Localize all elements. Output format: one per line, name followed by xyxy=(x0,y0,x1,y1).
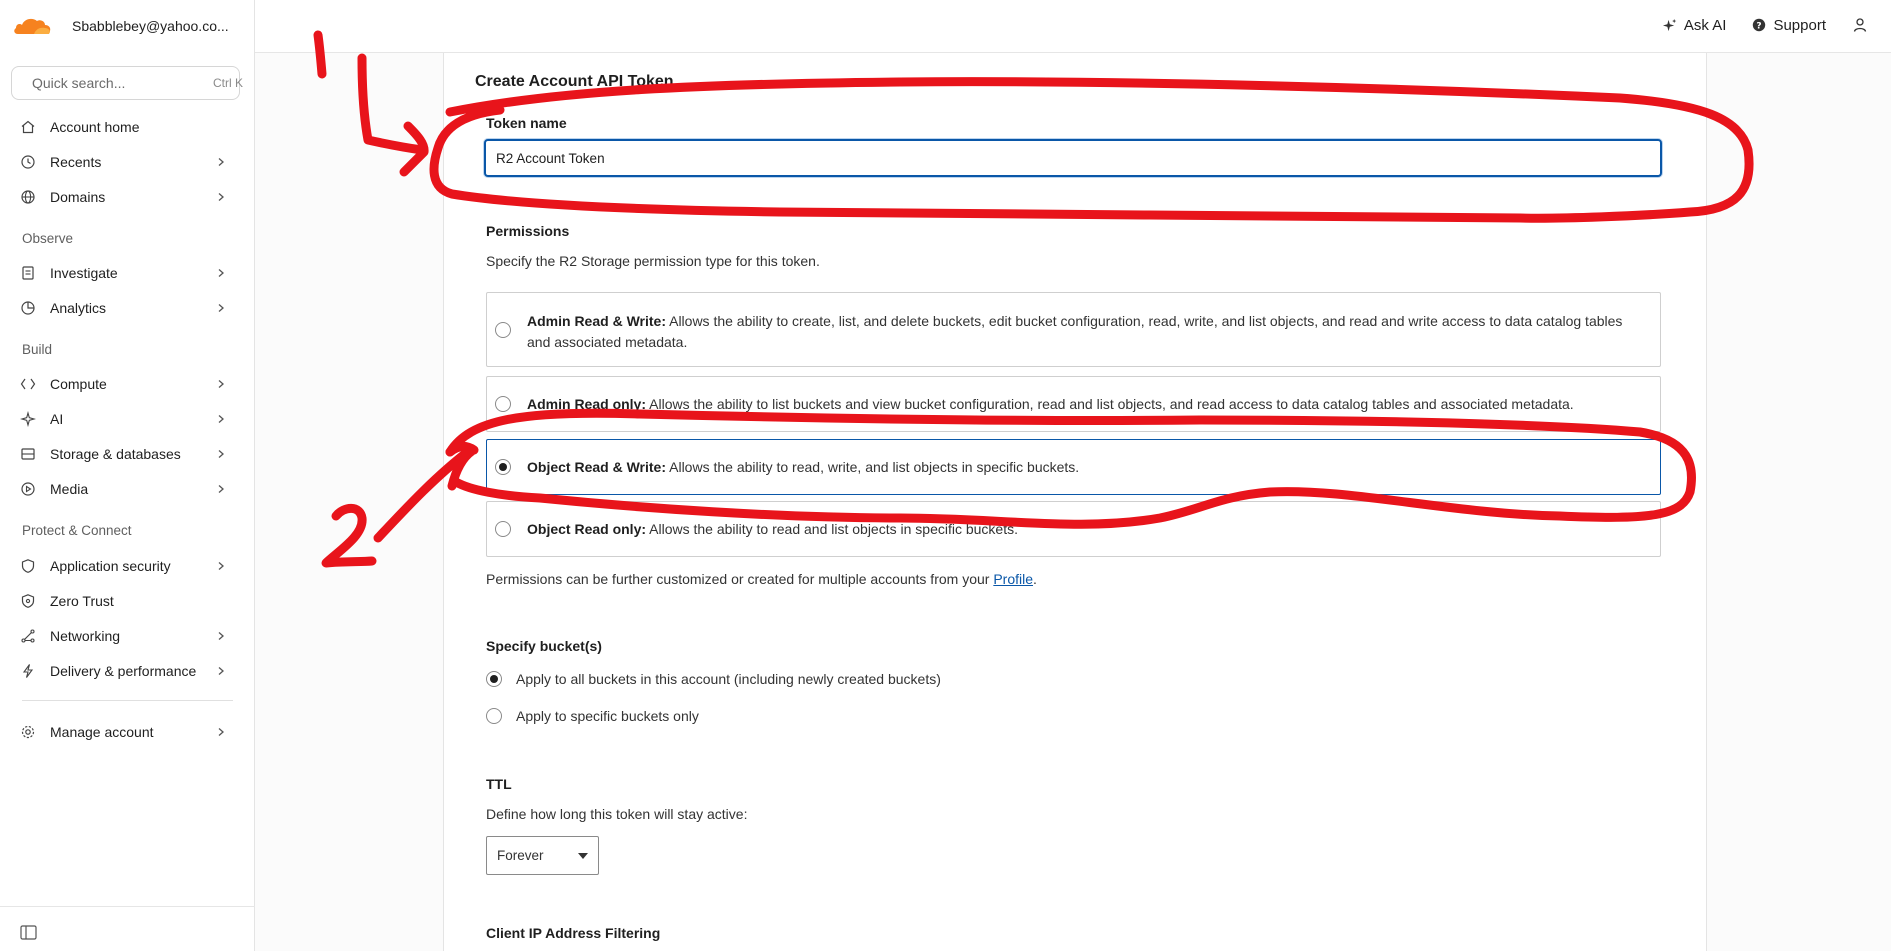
buckets-label: Specify bucket(s) xyxy=(486,638,602,654)
sidebar: Sbabblebey@yahoo.co... Ctrl K Account ho… xyxy=(0,0,255,951)
compute-icon xyxy=(20,376,36,392)
annotation-arrow-1 xyxy=(357,53,429,177)
sidebar-item-analytics[interactable]: Analytics xyxy=(12,293,234,323)
token-name-label: Token name xyxy=(486,115,567,131)
sparkle-icon xyxy=(1662,18,1677,31)
permission-description: Object Read & Write: Allows the ability … xyxy=(527,459,1080,475)
bolt-icon xyxy=(20,663,36,679)
section-protect-connect: Protect & Connect xyxy=(22,523,132,538)
search-shortcut: Ctrl K xyxy=(213,76,243,90)
shield-icon xyxy=(20,558,36,574)
sidebar-item-investigate[interactable]: Investigate xyxy=(12,258,234,288)
home-icon xyxy=(20,119,36,135)
chevron-right-icon xyxy=(218,380,224,388)
permission-option-admin-read-only[interactable]: Admin Read only: Allows the ability to l… xyxy=(486,376,1661,432)
sidebar-divider xyxy=(22,700,233,701)
chevron-right-icon xyxy=(218,728,224,736)
document-icon xyxy=(20,265,36,281)
annotation-number-2 xyxy=(321,503,377,568)
chevron-right-icon xyxy=(218,269,224,277)
radio-specific-buckets[interactable] xyxy=(486,708,502,724)
chevron-right-icon xyxy=(218,193,224,201)
permission-option-object-read-write[interactable]: Object Read & Write: Allows the ability … xyxy=(486,439,1661,495)
sidebar-item-media[interactable]: Media xyxy=(12,474,234,504)
sidebar-item-account-home[interactable]: Account home xyxy=(12,112,234,142)
sidebar-item-compute[interactable]: Compute xyxy=(12,369,234,399)
user-icon xyxy=(1853,18,1867,32)
sidebar-item-zero-trust[interactable]: Zero Trust xyxy=(12,586,234,616)
bucket-option-all[interactable]: Apply to all buckets in this account (in… xyxy=(486,671,941,687)
profile-link[interactable]: Profile xyxy=(993,571,1033,587)
storage-icon xyxy=(20,446,36,462)
sidebar-item-networking[interactable]: Networking xyxy=(12,621,234,651)
search-input[interactable] xyxy=(32,75,213,91)
permission-description: Admin Read & Write: Allows the ability t… xyxy=(527,313,1623,350)
support-button[interactable]: ? Support xyxy=(1752,17,1826,34)
ip-filter-label: Client IP Address Filtering xyxy=(486,925,661,941)
radio-admin-read-only[interactable] xyxy=(495,396,511,412)
bucket-option-specific[interactable]: Apply to specific buckets only xyxy=(486,708,699,724)
sidebar-footer-divider xyxy=(0,906,255,907)
sidebar-item-manage-account[interactable]: Manage account xyxy=(12,717,234,747)
ttl-select[interactable]: Forever xyxy=(486,836,599,875)
sidebar-item-domains[interactable]: Domains xyxy=(12,182,234,212)
chevron-right-icon xyxy=(218,562,224,570)
chevron-right-icon xyxy=(218,304,224,312)
top-actions: Ask AI ? Support xyxy=(1662,0,1875,50)
shield-lock-icon xyxy=(20,593,36,609)
svg-text:?: ? xyxy=(1757,21,1762,31)
radio-all-buckets[interactable] xyxy=(486,671,502,687)
section-observe: Observe xyxy=(22,231,74,246)
quick-search[interactable]: Ctrl K xyxy=(11,66,243,100)
permission-description: Object Read only: Allows the ability to … xyxy=(527,521,1018,537)
play-icon xyxy=(20,481,36,497)
section-build: Build xyxy=(22,342,53,357)
permission-option-object-read-only[interactable]: Object Read only: Allows the ability to … xyxy=(486,501,1661,557)
globe-icon xyxy=(20,189,36,205)
clock-icon xyxy=(20,154,36,170)
account-switcher[interactable]: Sbabblebey@yahoo.co... xyxy=(12,12,242,40)
network-icon xyxy=(20,628,36,644)
chevron-right-icon xyxy=(218,485,224,493)
sparkle-icon xyxy=(20,411,36,427)
radio-object-read-only[interactable] xyxy=(495,521,511,537)
chevron-right-icon xyxy=(218,667,224,675)
sidebar-item-storage-databases[interactable]: Storage & databases xyxy=(12,439,234,469)
permissions-note: Permissions can be further customized or… xyxy=(486,571,1037,587)
sidebar-item-recents[interactable]: Recents xyxy=(12,147,234,177)
permission-description: Admin Read only: Allows the ability to l… xyxy=(527,396,1574,412)
page-title: Create Account API Token xyxy=(475,73,674,90)
chevron-right-icon xyxy=(218,632,224,640)
help-circle-icon: ? xyxy=(1753,18,1766,31)
top-bar: Ask AI ? Support xyxy=(255,0,1891,53)
collapse-sidebar-icon[interactable] xyxy=(20,925,37,940)
ttl-help: Define how long this token will stay act… xyxy=(486,806,748,822)
account-email: Sbabblebey@yahoo.co... xyxy=(72,18,229,34)
permission-option-admin-read-write[interactable]: Admin Read & Write: Allows the ability t… xyxy=(486,292,1661,367)
sidebar-item-application-security[interactable]: Application security xyxy=(12,551,234,581)
chevron-right-icon xyxy=(218,415,224,423)
chevron-right-icon xyxy=(218,158,224,166)
radio-object-read-write[interactable] xyxy=(495,459,511,475)
ask-ai-button[interactable]: Ask AI xyxy=(1662,17,1726,34)
permissions-label: Permissions xyxy=(486,223,570,239)
gear-icon xyxy=(20,724,36,740)
sidebar-item-delivery-performance[interactable]: Delivery & performance xyxy=(12,656,234,686)
radio-admin-read-write[interactable] xyxy=(495,321,511,338)
token-name-input[interactable] xyxy=(484,139,1662,177)
caret-down-icon xyxy=(578,852,588,859)
cloudflare-logo-icon xyxy=(14,18,51,34)
pie-chart-icon xyxy=(20,300,36,316)
sidebar-item-ai[interactable]: AI xyxy=(12,404,234,434)
permissions-help: Specify the R2 Storage permission type f… xyxy=(486,253,820,269)
user-profile-button[interactable] xyxy=(1852,17,1875,33)
ttl-label: TTL xyxy=(486,776,512,792)
chevron-right-icon xyxy=(218,450,224,458)
